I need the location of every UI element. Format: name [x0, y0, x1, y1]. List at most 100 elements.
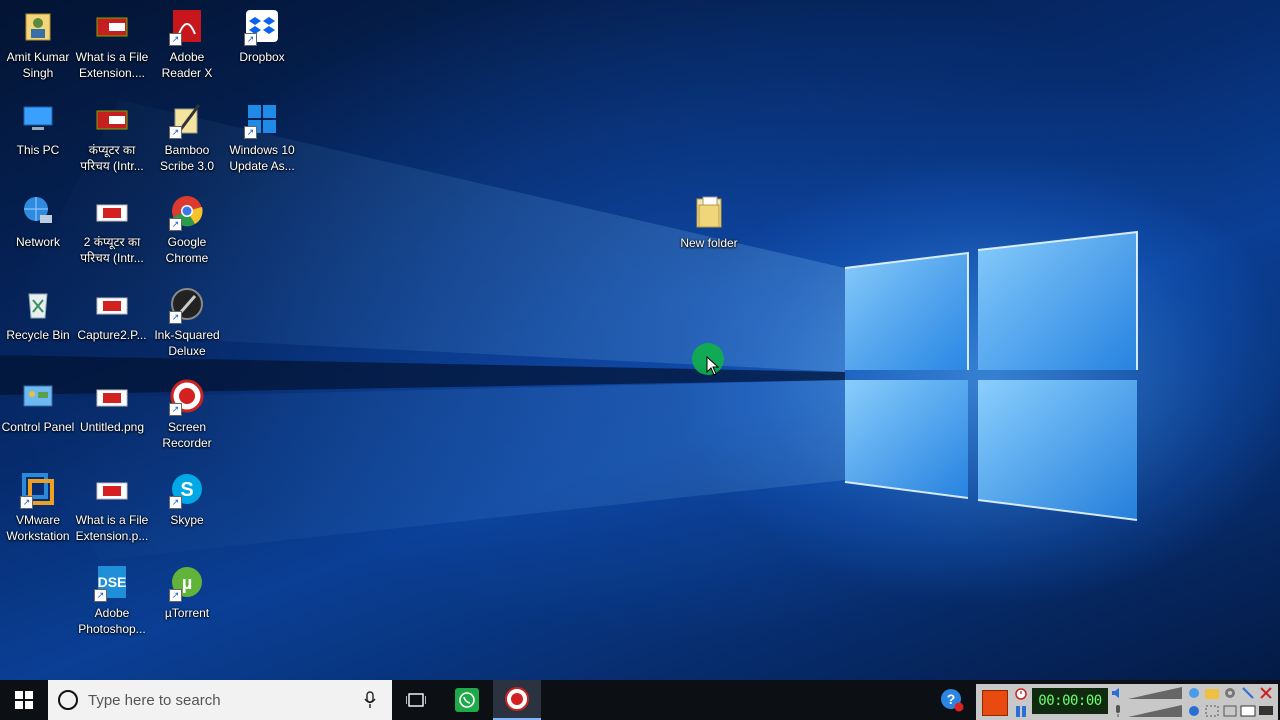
svg-text:DSE: DSE — [98, 574, 127, 590]
desktop-icon[interactable]: ↗ VMware Workstation — [0, 465, 76, 555]
dropbox-icon: ↗ — [242, 6, 282, 46]
stop-recording-button[interactable] — [982, 690, 1008, 716]
folder-icon[interactable] — [1204, 686, 1220, 700]
photoshop-icon: DSE ↗ — [92, 562, 132, 602]
desktop-icon-label: What is a File Extension.... — [75, 50, 149, 80]
display-icon[interactable] — [1258, 704, 1274, 718]
ink-squared-icon: ↗ — [167, 284, 207, 324]
shortcut-arrow-icon: ↗ — [169, 310, 182, 324]
cortana-icon — [58, 690, 78, 710]
desktop-icon[interactable]: ↗ Screen Recorder — [149, 372, 225, 462]
desktop-icon-label: Dropbox — [239, 50, 285, 64]
desktop[interactable]: Amit Kumar Singh This PC Network Recycle Bi… — [0, 0, 1280, 680]
desktop-icon[interactable]: S ↗ Skype — [149, 465, 225, 555]
desktop-icon[interactable]: ↗ Windows 10 Update As... — [224, 95, 300, 185]
image-file-icon — [92, 376, 132, 416]
microphone-icon[interactable] — [1110, 704, 1126, 718]
skype-icon: S ↗ — [167, 469, 207, 509]
desktop-icon-label: Google Chrome — [165, 235, 209, 266]
record-mode-icon[interactable] — [1186, 704, 1202, 718]
desktop-icon[interactable]: ↗ Google Chrome — [149, 187, 225, 277]
desktop-icon[interactable]: Network — [0, 187, 76, 277]
desktop-icon[interactable]: What is a File Extension.... — [74, 2, 150, 92]
chrome-icon: ↗ — [167, 191, 207, 232]
svg-text:?: ? — [947, 691, 956, 707]
desktop-icon[interactable]: Recycle Bin — [0, 280, 76, 370]
desktop-icon[interactable]: ↗ Dropbox — [224, 2, 300, 92]
vmware-icon: ↗ — [18, 469, 58, 509]
fullscreen-icon[interactable] — [1204, 704, 1220, 718]
speaker-icon[interactable] — [1110, 686, 1126, 700]
shortcut-arrow-icon: ↗ — [244, 125, 257, 139]
desktop-icon[interactable]: 2 कंप्यूटर का परिचय (Intr... — [74, 187, 150, 277]
shortcut-arrow-icon: ↗ — [169, 125, 182, 139]
speaker-volume-slider[interactable] — [1128, 686, 1182, 700]
desktop-icon-label: New folder — [680, 236, 738, 250]
settings-gear-icon[interactable] — [1222, 686, 1238, 700]
desktop-icon[interactable]: ↗ Bamboo Scribe 3.0 — [149, 95, 225, 185]
desktop-icon[interactable]: ↗ Ink-Squared Deluxe — [149, 280, 225, 370]
shortcut-arrow-icon: ↗ — [169, 588, 182, 602]
image-file-icon — [92, 469, 132, 509]
desktop-icon-label: Windows 10 Update As... — [229, 142, 295, 173]
desktop-icon[interactable]: Capture2.P... — [74, 280, 150, 370]
desktop-icon-label: Skype — [170, 513, 204, 527]
adobe-reader-icon: ↗ — [167, 6, 207, 46]
svg-text:µ: µ — [182, 573, 192, 593]
desktop-icon[interactable]: This PC — [0, 95, 76, 185]
bamboo-scribe-icon: ↗ — [167, 99, 207, 139]
help-tray-button[interactable]: ? — [930, 680, 974, 720]
whatsapp-icon — [455, 688, 479, 712]
microphone-volume-slider[interactable] — [1128, 704, 1182, 718]
control-panel-icon — [18, 376, 58, 416]
desktop-icon-label: VMware Workstation — [6, 513, 70, 543]
desktop-icon[interactable]: ↗ Adobe Reader X — [149, 2, 225, 92]
desktop-icon-label: Network — [15, 235, 60, 250]
region-select-icon[interactable] — [1222, 704, 1238, 718]
desktop-icon[interactable]: कंप्यूटर का परिचय (Intr... — [74, 95, 150, 185]
mouse-pointer-icon — [706, 356, 720, 376]
desktop-icon-new-folder[interactable]: New folder — [671, 188, 747, 278]
desktop-icon-label: Control Panel — [1, 420, 75, 435]
window-capture-icon[interactable] — [1240, 704, 1256, 718]
desktop-icon[interactable]: DSE ↗ Adobe Photoshop... — [74, 558, 150, 648]
shortcut-arrow-icon: ↗ — [169, 496, 182, 509]
shortcut-arrow-icon: ↗ — [169, 218, 182, 232]
desktop-icon[interactable]: µ ↗ µTorrent — [149, 558, 225, 648]
desktop-icon-label: Bamboo Scribe 3.0 — [159, 142, 215, 173]
desktop-icon[interactable]: What is a File Extension.p... — [74, 465, 150, 555]
computer-icon — [18, 99, 58, 139]
webcam-icon[interactable] — [1186, 686, 1202, 700]
close-icon[interactable] — [1258, 686, 1274, 700]
minimize-arrow-icon[interactable] — [1240, 686, 1256, 700]
desktop-icon-label: 2 कंप्यूटर का परिचय (Intr... — [80, 235, 144, 266]
desktop-icon-label: Capture2.P... — [77, 327, 147, 342]
shortcut-arrow-icon: ↗ — [244, 33, 257, 46]
search-input[interactable]: Type here to search — [48, 680, 392, 720]
shortcut-arrow-icon: ↗ — [169, 33, 182, 46]
utorrent-icon: µ ↗ — [167, 562, 207, 602]
task-view-button[interactable] — [392, 680, 440, 720]
screen-recorder-taskbar-button[interactable] — [493, 680, 541, 720]
desktop-icon-label: Amit Kumar Singh — [6, 50, 70, 80]
pause-icon[interactable] — [1013, 704, 1029, 718]
whatsapp-taskbar-button[interactable] — [443, 680, 491, 720]
desktop-icon[interactable]: Amit Kumar Singh — [0, 2, 76, 92]
alarm-clock-icon[interactable] — [1013, 686, 1029, 700]
desktop-icon-label: This PC — [16, 142, 60, 157]
desktop-icon[interactable]: Untitled.png — [74, 372, 150, 462]
shortcut-arrow-icon: ↗ — [94, 588, 107, 602]
start-button[interactable] — [0, 680, 48, 720]
shortcut-arrow-icon: ↗ — [169, 403, 182, 417]
desktop-icon-label: Adobe Photoshop... — [78, 605, 146, 636]
recycle-bin-icon — [18, 284, 58, 324]
desktop-icon-label: Screen Recorder — [162, 420, 212, 451]
desktop-icon-label: Untitled.png — [79, 420, 145, 435]
desktop-icon[interactable]: Control Panel — [0, 372, 76, 462]
desktop-icon-label: Recycle Bin — [6, 327, 70, 342]
network-icon — [18, 191, 58, 231]
microphone-icon[interactable] — [362, 691, 378, 709]
task-view-icon — [406, 693, 426, 707]
screen-recorder-icon — [505, 687, 529, 711]
search-placeholder: Type here to search — [88, 691, 221, 709]
